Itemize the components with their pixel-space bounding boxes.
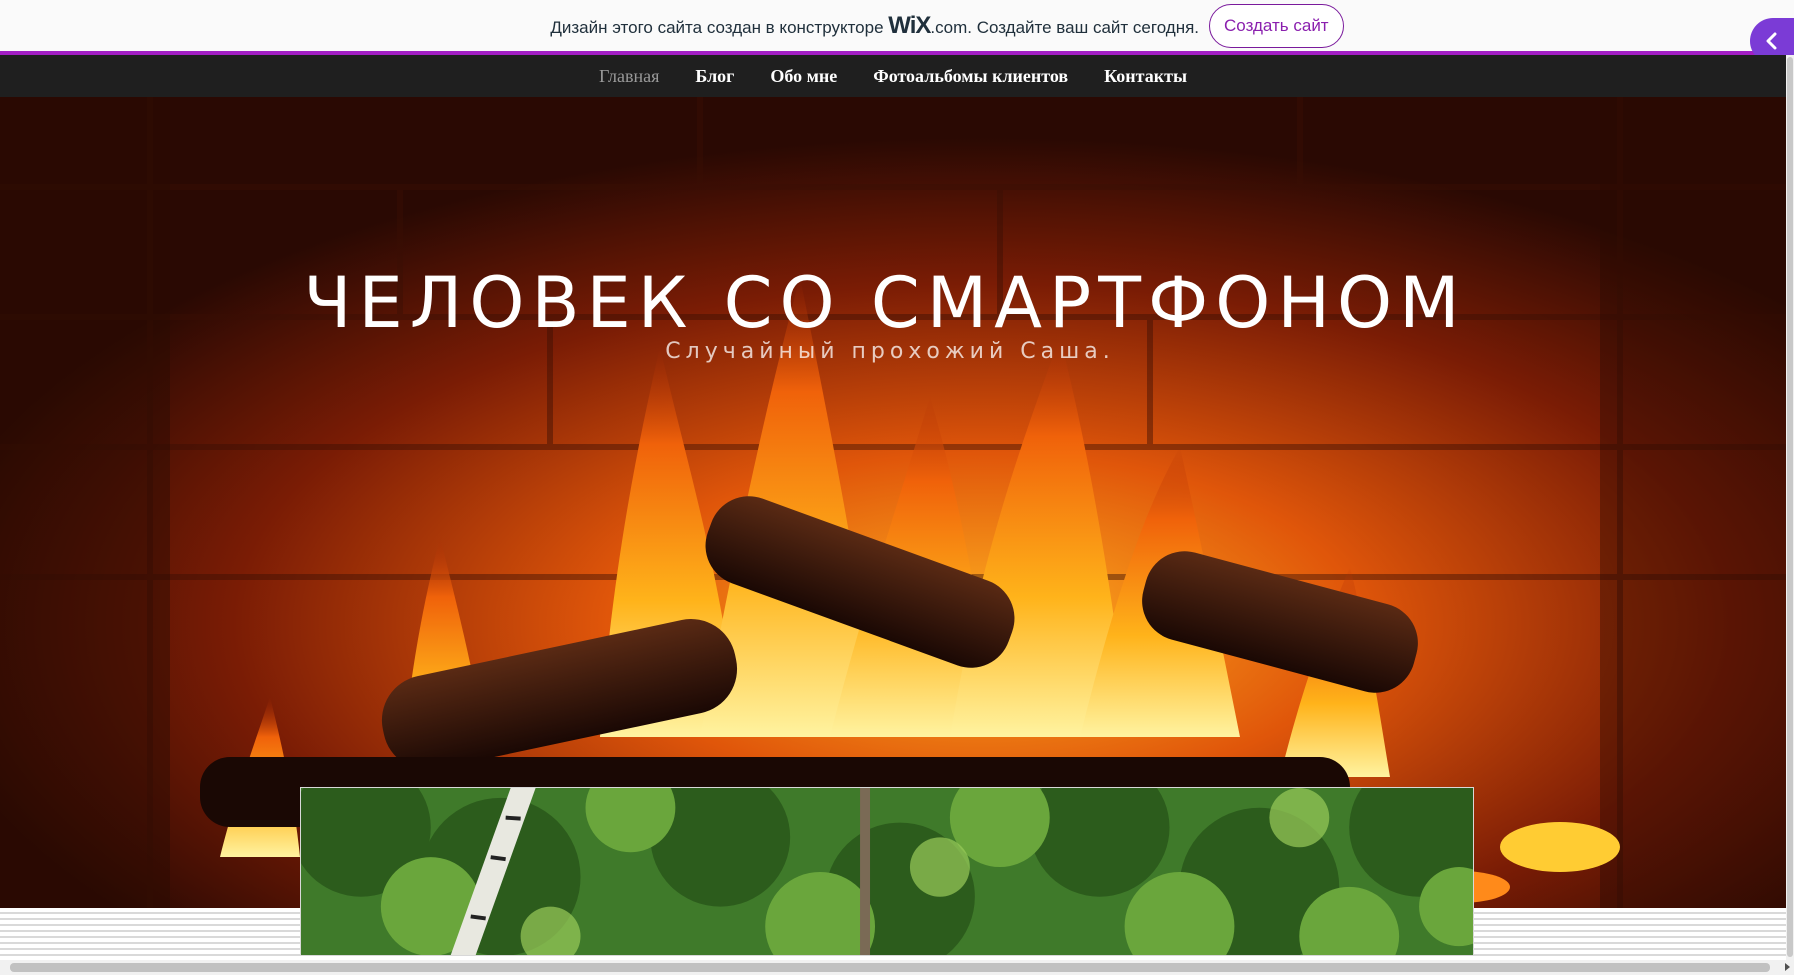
chevron-left-icon xyxy=(1766,32,1777,50)
horizontal-scrollbar[interactable] xyxy=(0,960,1794,975)
horizontal-scroll-thumb[interactable] xyxy=(10,963,1770,972)
nav-item-about[interactable]: Обо мне xyxy=(770,66,837,87)
wix-logo-domain: .com. xyxy=(930,18,972,37)
hero-subtitle: Случайный прохожий Саша. xyxy=(665,339,1115,364)
nav-item-client-albums[interactable]: Фотоальбомы клиентов xyxy=(873,66,1068,87)
wix-promo-banner: Дизайн этого сайта создан в конструкторе… xyxy=(0,0,1794,52)
forest-image xyxy=(300,787,1474,956)
hero-title: ЧЕЛОВЕК СО СМАРТФОНОМ xyxy=(303,262,1467,344)
nav-item-blog[interactable]: Блог xyxy=(695,66,734,87)
wix-banner-lead: Дизайн этого сайта создан в конструкторе xyxy=(550,18,884,37)
nav-item-home[interactable]: Главная xyxy=(599,66,659,87)
main-nav: Главная Блог Обо мне Фотоальбомы клиенто… xyxy=(0,55,1786,97)
scroll-right-arrow-icon[interactable] xyxy=(1785,963,1790,971)
wix-banner-tagline: Создайте ваш сайт сегодня. xyxy=(976,18,1200,37)
wix-logo[interactable]: WiX xyxy=(888,12,931,39)
vertical-scrollbar[interactable] xyxy=(1786,55,1794,960)
create-site-button[interactable]: Создать сайт xyxy=(1209,4,1344,48)
nav-item-contacts[interactable]: Контакты xyxy=(1104,66,1187,87)
forest-photo xyxy=(301,788,1473,955)
wix-banner-text: Дизайн этого сайта создан в конструкторе… xyxy=(550,12,1199,40)
vertical-scroll-thumb[interactable] xyxy=(1787,57,1793,957)
